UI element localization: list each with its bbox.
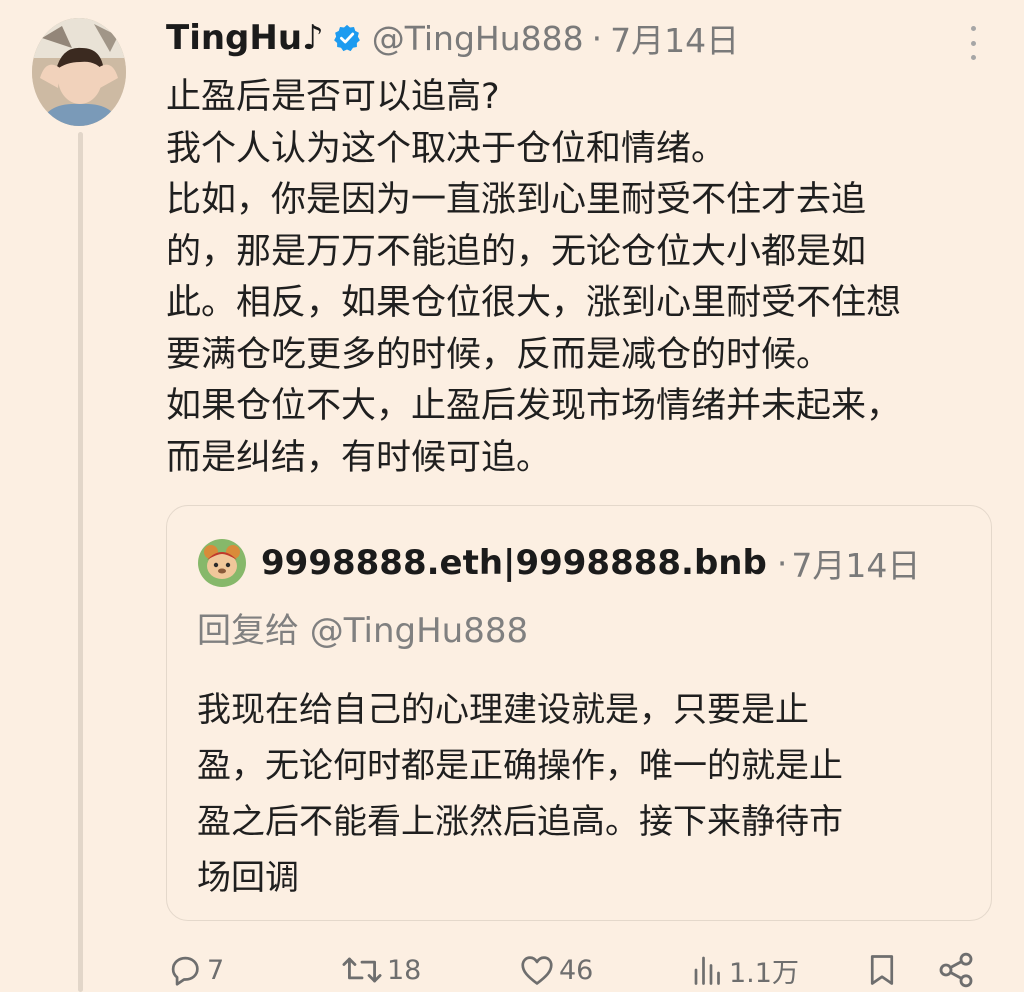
views-count: 1.1万 [729, 957, 799, 989]
verified-badge-icon [333, 24, 360, 52]
bookmark-icon [870, 955, 894, 985]
quoted-author-avatar[interactable] [197, 538, 247, 588]
views-icon [694, 956, 720, 985]
quoted-tweet[interactable]: 9998888.eth|9998888.bnb · 7月14日 回复给 @Tin… [166, 505, 992, 921]
more-options-icon[interactable] [966, 26, 980, 60]
thread-line [78, 132, 83, 992]
tweet-body-line: 比如，你是因为一直涨到心里耐受不住才去追 [166, 180, 867, 220]
quoted-body-line: 盈，无论何时都是正确操作，唯一的就是止 [197, 746, 843, 786]
quoted-tweet-date[interactable]: 7月14日 [791, 539, 920, 587]
reply-icon [171, 956, 199, 986]
author-display-name[interactable]: TingHu♪ [166, 18, 324, 58]
quoted-body-line: 我现在给自己的心理建设就是，只要是止 [197, 690, 809, 730]
author-handle[interactable]: @TingHu888 [372, 19, 584, 58]
quoted-author-name[interactable]: 9998888.eth|9998888.bnb [261, 543, 767, 583]
quoted-body-line: 盈之后不能看上涨然后追高。接下来静待市 [197, 802, 843, 842]
reply-count: 7 [207, 954, 225, 986]
tweet-page: TingHu♪ @TingHu888 · 7月14日 止盈后是否可以追高? 我个… [0, 0, 1024, 992]
tweet-body-line: 如果仓位不大，止盈后发现市场情绪并未起来， [166, 386, 902, 426]
avatar-image [32, 18, 126, 126]
retweet-button[interactable]: 18 [340, 948, 421, 992]
bookmark-button[interactable] [864, 948, 900, 992]
heart-icon [521, 956, 553, 985]
tweet-body-line: 止盈后是否可以追高? [166, 77, 500, 117]
tweet-header: TingHu♪ @TingHu888 · 7月14日 [166, 16, 739, 60]
reply-button[interactable]: 7 [166, 948, 224, 992]
quoted-meta-separator: · [776, 543, 788, 583]
meta-separator: · [591, 18, 603, 58]
quoted-tweet-body: 我现在给自己的心理建设就是，只要是止 盈，无论何时都是正确操作，唯一的就是止 盈… [197, 682, 977, 906]
tweet-body-line: 此。相反，如果仓位很大，涨到心里耐受不住想 [166, 283, 902, 323]
retweet-icon [342, 957, 382, 983]
like-count: 46 [559, 954, 594, 986]
tweet-body-line: 而是纠结，有时候可追。 [166, 437, 552, 478]
quoted-body-line: 场回调 [197, 858, 299, 898]
tweet-body: 止盈后是否可以追高? 我个人认为这个取决于仓位和情绪。 比如，你是因为一直涨到心… [166, 72, 1006, 484]
tweet-body-line: 的，那是万万不能追的，无论仓位大小都是如 [166, 231, 867, 272]
like-button[interactable]: 46 [518, 948, 593, 992]
tweet-body-line: 要满仓吃更多的时候，反而是减仓的时候。 [166, 334, 832, 375]
author-avatar[interactable] [32, 18, 126, 126]
quoted-tweet-header: 9998888.eth|9998888.bnb · 7月14日 [197, 538, 920, 588]
share-button[interactable] [936, 948, 976, 992]
views-button[interactable]: 1.1万 [690, 948, 799, 992]
share-icon [939, 952, 973, 988]
quoted-reply-to[interactable]: 回复给 @TingHu888 [197, 603, 528, 652]
retweet-count: 18 [387, 954, 422, 986]
tweet-body-line: 我个人认为这个取决于仓位和情绪。 [166, 128, 727, 169]
tweet-date[interactable]: 7月14日 [610, 14, 739, 62]
